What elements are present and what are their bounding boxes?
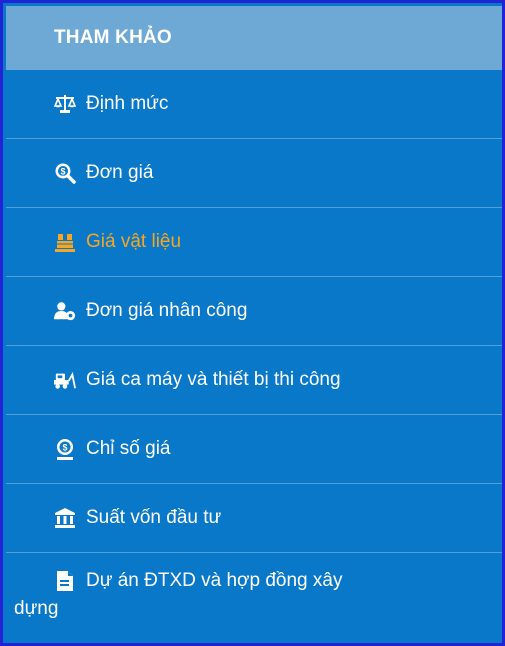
- menu-item-dinh-muc[interactable]: Định mức: [6, 70, 502, 139]
- bank-icon: [54, 507, 76, 529]
- menu-item-suat-von-dau-tu[interactable]: Suất vốn đầu tư: [6, 484, 502, 553]
- svg-text:$: $: [62, 443, 67, 453]
- reference-menu: Định mức $ Đơn giá Giá vật liệu Đơn giá …: [6, 70, 502, 643]
- menu-item-du-an-dtxd[interactable]: Dự án ĐTXD và hợp đồng xây dựng: [6, 553, 502, 643]
- menu-item-gia-ca-may[interactable]: Giá ca máy và thiết bị thi công: [6, 346, 502, 415]
- machine-icon: [54, 369, 76, 391]
- menu-item-label: Định mức: [86, 93, 169, 114]
- menu-item-don-gia[interactable]: $ Đơn giá: [6, 139, 502, 208]
- menu-item-label-line2: dựng: [14, 598, 59, 619]
- menu-item-label-line1: Dự án ĐTXD và hợp đồng xây: [86, 570, 343, 591]
- menu-header: THAM KHẢO: [6, 6, 502, 70]
- menu-item-label: Suất vốn đầu tư: [86, 507, 222, 528]
- menu-item-gia-vat-lieu[interactable]: Giá vật liệu: [6, 208, 502, 277]
- menu-item-label: Đơn giá nhân công: [86, 300, 248, 321]
- reference-menu-panel: THAM KHẢO Định mức $ Đơn giá Giá vật liệ…: [0, 0, 505, 646]
- scale-icon: [54, 93, 76, 115]
- menu-item-label: Đơn giá: [86, 162, 154, 183]
- menu-item-label: Chỉ số giá: [86, 438, 171, 459]
- price-index-icon: $: [54, 438, 76, 460]
- document-icon: [54, 570, 76, 592]
- menu-item-don-gia-nhan-cong[interactable]: Đơn giá nhân công: [6, 277, 502, 346]
- worker-icon: [54, 300, 76, 322]
- menu-item-chi-so-gia[interactable]: $ Chỉ số giá: [6, 415, 502, 484]
- menu-header-title: THAM KHẢO: [54, 27, 172, 48]
- menu-item-label: Giá vật liệu: [86, 231, 182, 252]
- svg-text:$: $: [60, 167, 65, 177]
- menu-item-label: Giá ca máy và thiết bị thi công: [86, 369, 341, 390]
- materials-icon: [54, 231, 76, 253]
- search-money-icon: $: [54, 162, 76, 184]
